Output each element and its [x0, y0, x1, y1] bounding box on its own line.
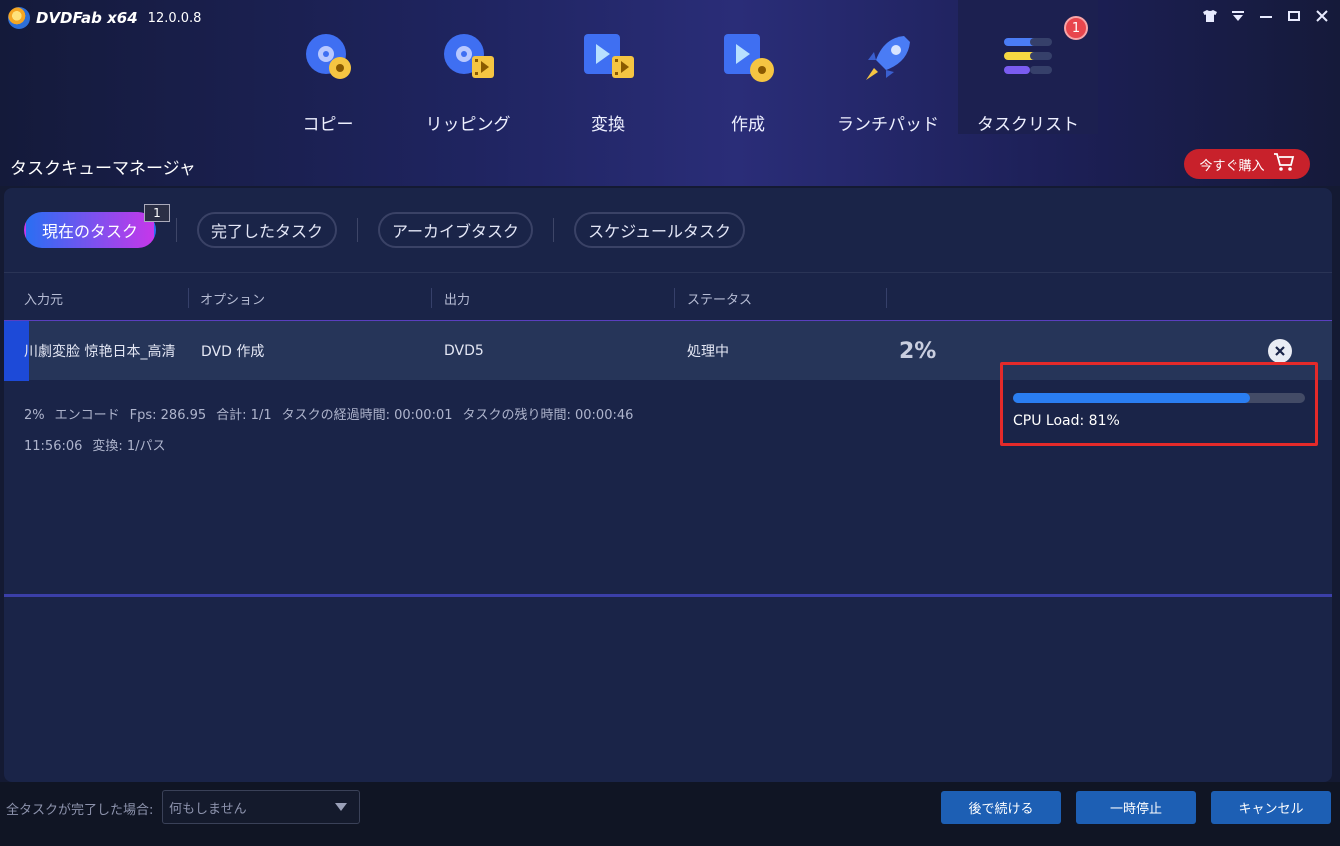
cpu-load-highlight: CPU Load: 81% [1000, 362, 1318, 446]
row-status: 処理中 [687, 344, 729, 360]
module-tasklist[interactable]: タスクリスト 1 [958, 0, 1098, 135]
details-line-1: 2% エンコード Fps: 286.95 合計: 1/1 タスクの経過時間: 00:00… [24, 400, 643, 431]
tasklist-count-badge: 1 [1064, 16, 1088, 40]
buy-now-label: 今すぐ購入 [1199, 158, 1265, 174]
module-label: ランチパッド [837, 115, 939, 135]
when-done-value: 何もしません [169, 801, 247, 817]
row-option: DVD 作成 [201, 344, 265, 360]
detail-remaining: タスクの残り時間: 00:00:46 [462, 408, 634, 423]
detail-fps: Fps: 286.95 [129, 408, 207, 423]
detail-elapsed: タスクの経過時間: 00:00:01 [281, 408, 453, 423]
cpu-load-bar [1013, 393, 1305, 403]
header-status[interactable]: ステータス [687, 273, 752, 323]
detail-pass: 変換: 1/パス [92, 439, 166, 454]
cpu-load-fill [1013, 393, 1250, 403]
cpu-load-label: CPU Load: 81% [1013, 413, 1120, 429]
header-option[interactable]: オプション [200, 273, 265, 323]
tab-completed[interactable]: 完了したタスク [197, 212, 338, 248]
maximize-icon[interactable] [1286, 8, 1302, 24]
column-divider [188, 288, 189, 308]
app-version: 12.0.0.8 [147, 10, 202, 26]
rocket-icon [860, 30, 916, 86]
details-line-2: 11:56:06 変換: 1/パス [24, 431, 643, 462]
detail-total: 合計: 1/1 [216, 408, 272, 423]
dvdfab-logo-icon [8, 7, 30, 29]
menu-icon[interactable] [1230, 8, 1246, 24]
tab-divider [357, 218, 359, 242]
pause-button[interactable]: 一時停止 [1076, 791, 1196, 824]
header-source[interactable]: 入力元 [24, 273, 63, 323]
brand: DVDFab x64 12.0.0.8 [8, 6, 201, 30]
tasklist-icon [1000, 30, 1056, 86]
column-divider [431, 288, 432, 308]
tab-divider [176, 218, 177, 242]
close-icon [1275, 346, 1285, 356]
row-progress: 2% [899, 338, 937, 364]
cancel-button[interactable]: キャンセル [1211, 791, 1331, 824]
continue-later-button[interactable]: 後で続ける [941, 791, 1061, 824]
convert-icon [580, 30, 636, 86]
detail-stage: エンコード [54, 408, 120, 423]
skin-icon[interactable] [1202, 8, 1218, 24]
tab-divider [553, 218, 555, 242]
chevron-down-icon [335, 803, 347, 811]
when-done-label: 全タスクが完了した場合: [6, 803, 154, 818]
module-nav: コピー リッピング 変換 作成 ランチパッド タスクリスト 1 [258, 0, 1098, 135]
task-details: 2% エンコード Fps: 286.95 合計: 1/1 タスクの経過時間: 00:00… [24, 400, 643, 462]
detail-time: 11:56:06 [24, 439, 83, 454]
buy-now-button[interactable]: 今すぐ購入 [1184, 149, 1310, 179]
tab-archive[interactable]: アーカイブタスク [378, 212, 534, 248]
header-output[interactable]: 出力 [444, 273, 470, 323]
title-bar: DVDFab x64 12.0.0.8 コピー リッピング 変換 作成 ランチパ… [0, 0, 1340, 186]
module-label: リッピング [425, 115, 511, 135]
panel-divider [4, 594, 1332, 597]
close-icon[interactable] [1314, 8, 1330, 24]
row-source: 川劇変脸 惊艳日本_高清 [24, 344, 176, 360]
disc-icon [300, 30, 356, 86]
module-label: 変換 [591, 115, 625, 135]
column-divider [886, 288, 887, 308]
footer-bar: 全タスクが完了した場合: 何もしません 後で続ける 一時停止 キャンセル [0, 782, 1340, 846]
window-controls [1202, 8, 1330, 24]
column-divider [674, 288, 675, 308]
module-create[interactable]: 作成 [678, 0, 818, 135]
when-done-select[interactable]: 何もしません [162, 790, 360, 824]
detail-percent: 2% [24, 408, 45, 423]
module-copy[interactable]: コピー [258, 0, 398, 135]
rip-icon [440, 30, 496, 86]
task-panel: 現在のタスク 1 完了したタスク アーカイブタスク スケジュールタスク 入力元 … [4, 188, 1332, 782]
tab-current[interactable]: 現在のタスク [24, 212, 156, 248]
cart-icon [1273, 152, 1295, 176]
create-icon [720, 30, 776, 86]
remove-task-button[interactable] [1268, 339, 1292, 363]
module-label: タスクリスト [977, 115, 1079, 135]
tab-scheduled[interactable]: スケジュールタスク [574, 212, 745, 248]
module-label: コピー [302, 115, 354, 135]
page-title: タスクキューマネージャ [10, 159, 196, 179]
row-output: DVD5 [444, 343, 484, 359]
minimize-icon[interactable] [1258, 8, 1274, 24]
module-launchpad[interactable]: ランチパッド [818, 0, 958, 135]
table-header: 入力元 オプション 出力 ステータス [4, 272, 1332, 322]
app-name: DVDFab x64 [36, 9, 138, 27]
module-rip[interactable]: リッピング [398, 0, 538, 135]
task-tabs: 現在のタスク 1 完了したタスク アーカイブタスク スケジュールタスク [24, 204, 745, 248]
module-label: 作成 [731, 115, 765, 135]
current-task-count-badge: 1 [144, 204, 170, 222]
module-convert[interactable]: 変換 [538, 0, 678, 135]
